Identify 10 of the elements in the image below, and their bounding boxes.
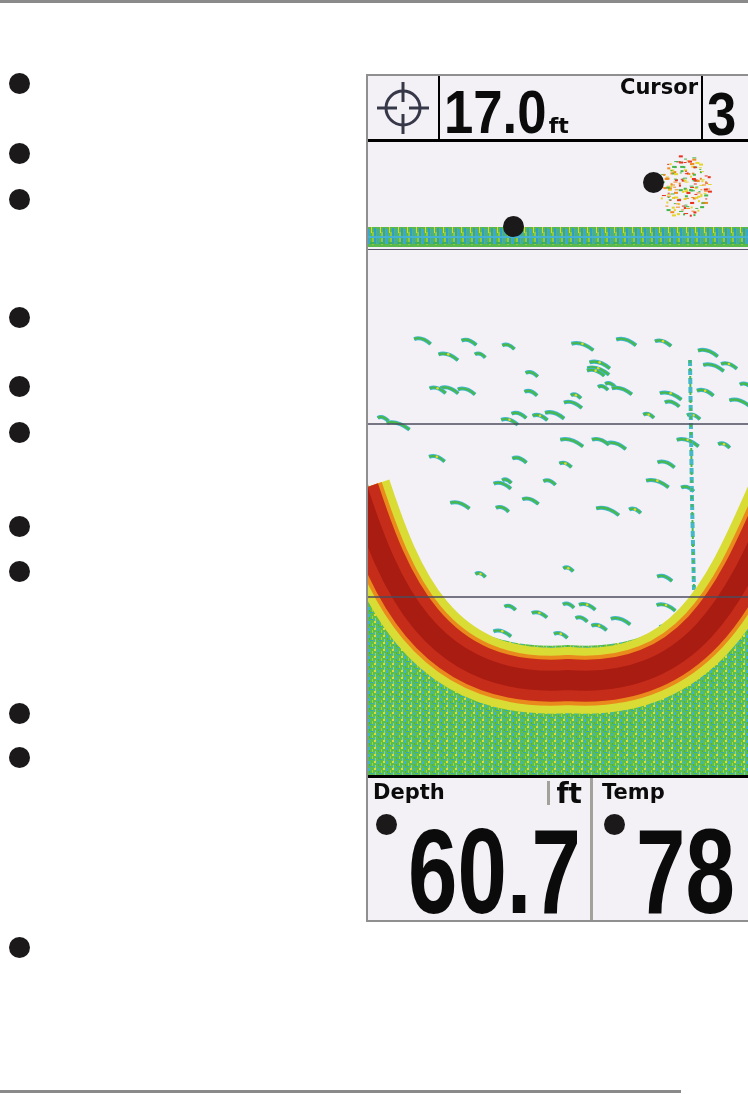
readout-value: 60.7 — [408, 826, 581, 918]
cursor-label: Cursor — [620, 77, 698, 98]
column-value: 3 — [707, 89, 737, 137]
cursor-depth-value: 17.0 — [444, 88, 547, 136]
readout-label: Temp — [602, 782, 665, 803]
readout-value: 78 — [636, 826, 735, 918]
crosshair-icon — [377, 81, 429, 134]
unit-label: ft — [556, 780, 582, 808]
unit-label: ft — [548, 115, 569, 137]
readout-label: Depth — [373, 782, 445, 803]
